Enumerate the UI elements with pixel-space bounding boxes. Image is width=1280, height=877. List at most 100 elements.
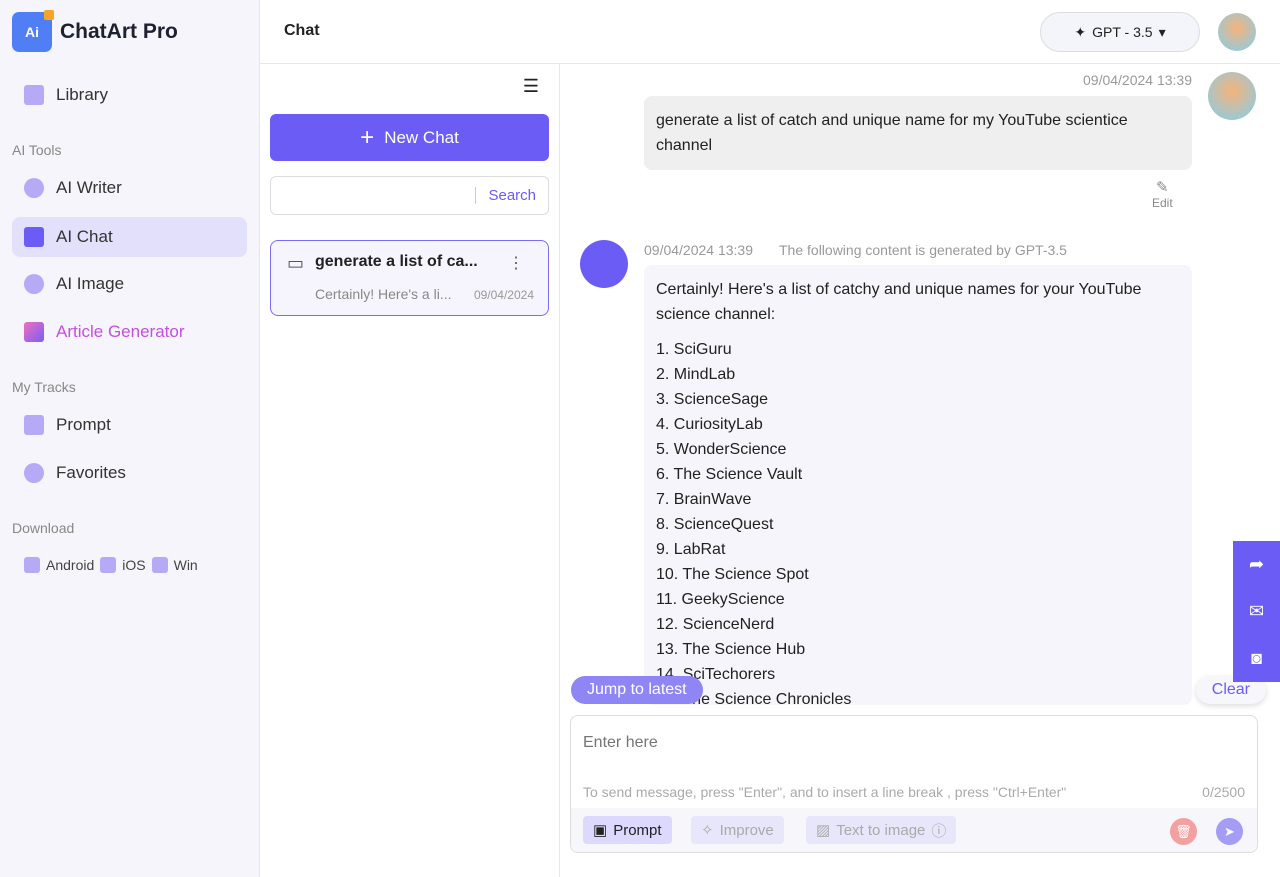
search-input[interactable]: Search [270, 176, 549, 215]
edit-button[interactable]: ✎ Edit [1152, 178, 1173, 210]
label: Improve [719, 821, 774, 839]
send-hint: To send message, press "Enter", and to i… [583, 784, 1067, 800]
header: Chat ✦ GPT - 3.5 ▾ [260, 0, 1280, 64]
label: Favorites [56, 463, 126, 482]
chat-icon [24, 227, 44, 247]
download-ios[interactable]: iOS [122, 557, 145, 573]
sidebar-item-favorites[interactable]: Favorites [12, 453, 247, 493]
section-ai-tools: AI Tools [12, 142, 62, 158]
label: Text to image [836, 821, 926, 839]
sidebar-item-ai-image[interactable]: AI Image [12, 264, 247, 304]
jump-to-latest-button[interactable]: Jump to latest [571, 676, 703, 704]
magic-wand-icon: ✧ [701, 822, 714, 839]
edit-icon: ✎ [1156, 179, 1169, 196]
model-selector[interactable]: ✦ GPT - 3.5 ▾ [1040, 12, 1200, 52]
name-list-item: 14. SciTechorers [656, 666, 776, 683]
sparkle-icon: ✦ [1074, 23, 1087, 40]
generated-by-note: The following content is generated by GP… [779, 242, 1067, 258]
palette-icon [24, 274, 44, 294]
conversation-item[interactable]: ▭ generate a list of ca... ⋮ Certainly! … [270, 240, 549, 316]
prompt-icon: ▣ [593, 822, 608, 839]
label: New Chat [384, 127, 459, 147]
label: Library [56, 85, 108, 104]
text-to-image-button[interactable]: ▨ Text to image ⓘ [806, 816, 957, 844]
delete-button[interactable]: 🗑 [1170, 818, 1197, 845]
name-list-item: 6. The Science Vault [656, 466, 803, 483]
trash-icon: 🗑 [1175, 823, 1192, 839]
user-message: generate a list of catch and unique name… [644, 96, 1192, 170]
name-list-item: 4. CuriosityLab [656, 416, 763, 433]
chat-area: 09/04/2024 13:39 generate a list of catc… [560, 64, 1280, 877]
collapse-icon[interactable]: ☰ [523, 76, 539, 97]
image-icon: ▨ [816, 822, 831, 839]
share-icon[interactable]: ➦ [1249, 554, 1264, 575]
name-list-item: 10. The Science Spot [656, 566, 809, 583]
label: Prompt [56, 415, 111, 434]
page-title: Chat [284, 22, 320, 39]
name-list-item: 15. The Science Chronicles [656, 691, 852, 705]
prompt-button[interactable]: ▣ Prompt [583, 816, 672, 844]
bot-message-time: 09/04/2024 13:39 [644, 242, 753, 258]
download-links: Android iOS Win [24, 557, 198, 573]
heart-icon [24, 463, 44, 483]
name-list-item: 3. ScienceSage [656, 391, 769, 408]
new-chat-button[interactable]: + New Chat [270, 114, 549, 161]
conversation-date: 09/04/2024 [473, 288, 534, 302]
search-button[interactable]: Search [475, 187, 536, 204]
app-name: ChatArt Pro [60, 20, 178, 43]
name-list-item: 12. ScienceNerd [656, 616, 775, 633]
name-list-item: 8. ScienceQuest [656, 516, 774, 533]
bookmark-icon [24, 85, 44, 105]
label: AI Writer [56, 178, 122, 197]
android-icon [24, 557, 40, 573]
name-list-item: 9. LabRat [656, 541, 726, 558]
model-label: GPT - 3.5 [1092, 24, 1153, 40]
chat-list-panel: ☰ + New Chat Search ▭ generate a list of … [260, 64, 560, 877]
plus-icon: + [360, 123, 375, 151]
label: Article Generator [56, 322, 185, 341]
name-list-item: 13. The Science Hub [656, 641, 806, 658]
name-list-item: 7. BrainWave [656, 491, 752, 508]
message-icon: ▭ [287, 253, 305, 273]
name-list-item: 2. MindLab [656, 366, 736, 383]
label: Prompt [613, 821, 662, 839]
sidebar-item-ai-chat[interactable]: AI Chat [12, 217, 247, 257]
name-list-item: 5. WonderScience [656, 441, 787, 458]
user-avatar[interactable] [1218, 13, 1256, 51]
sidebar-item-library[interactable]: Library [12, 75, 247, 115]
download-android[interactable]: Android [46, 557, 94, 573]
bot-message: Certainly! Here's a list of catchy and u… [644, 265, 1192, 705]
sidebar: Ai ChatArt Pro Library AI Tools AI Write… [0, 0, 260, 877]
label: AI Image [56, 274, 125, 293]
label: Edit [1152, 196, 1173, 210]
char-count: 0/2500 [1202, 784, 1245, 800]
discord-icon[interactable]: ◙ [1251, 648, 1262, 669]
sidebar-item-prompt[interactable]: Prompt [12, 405, 247, 445]
logo[interactable]: Ai ChatArt Pro [12, 10, 178, 52]
send-button[interactable]: ➤ [1216, 818, 1243, 845]
composer-toolbar: ▣ Prompt ✧ Improve ▨ Text to image ⓘ 🗑 ➤ [571, 808, 1257, 852]
apple-icon [100, 557, 117, 573]
composer: To send message, press "Enter", and to i… [570, 715, 1258, 853]
bot-avatar [580, 240, 628, 288]
more-icon[interactable]: ⋮ [508, 253, 524, 273]
conversation-title: generate a list of ca... [315, 253, 478, 270]
bot-intro: Certainly! Here's a list of catchy and u… [656, 281, 1142, 323]
windows-icon [151, 557, 168, 573]
improve-button[interactable]: ✧ Improve [691, 816, 784, 844]
download-win[interactable]: Win [174, 557, 198, 573]
message-input[interactable] [583, 734, 1183, 752]
send-icon: ➤ [1224, 823, 1235, 839]
logo-icon: Ai [12, 10, 54, 52]
share-panel: ➦ ✉ ◙ [1233, 541, 1280, 682]
mail-icon[interactable]: ✉ [1249, 601, 1264, 622]
sidebar-item-ai-writer[interactable]: AI Writer [12, 168, 247, 208]
name-list-item: 11. GeekyScience [656, 591, 785, 608]
user-message-avatar [1208, 72, 1256, 120]
section-download: Download [12, 520, 75, 536]
sidebar-item-article-generator[interactable]: Article Generator [12, 312, 247, 352]
article-icon [24, 322, 44, 342]
label: AI Chat [56, 227, 113, 246]
section-my-tracks: My Tracks [12, 379, 76, 395]
conversation-preview: Certainly! Here's a li... [315, 286, 452, 302]
